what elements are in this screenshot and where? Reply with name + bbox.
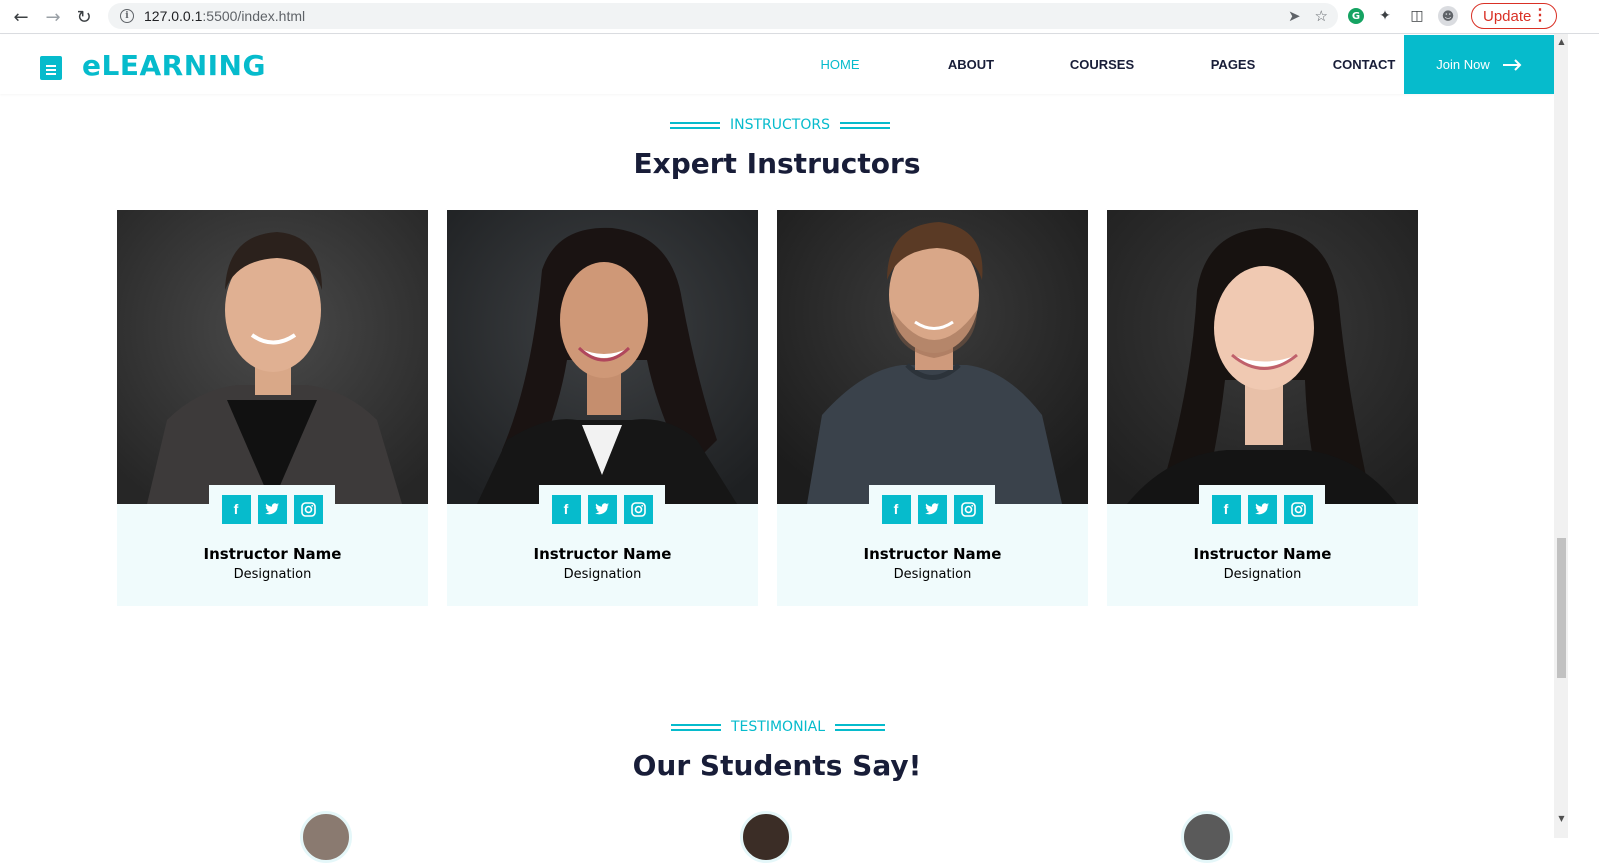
tag-line-left [671, 723, 721, 731]
brand-name: eLEARNING [82, 49, 266, 82]
page-scrollbar[interactable]: ▲ ▼ [1554, 34, 1568, 838]
scroll-up-arrow-icon[interactable]: ▲ [1557, 37, 1566, 46]
nav-home[interactable]: HOME [780, 57, 900, 72]
instructor-designation: Designation [563, 567, 642, 582]
testimonial-avatar [1181, 811, 1233, 863]
instructor-photo [1107, 210, 1418, 504]
bookmark-star-icon[interactable]: ☆ [1315, 7, 1328, 25]
site-info-icon[interactable]: i [120, 9, 134, 23]
instructors-section-tag: INSTRUCTORS [670, 117, 890, 133]
instructor-designation: Designation [1223, 567, 1302, 582]
testimonial-avatar [740, 811, 792, 863]
join-now-label: Join Now [1436, 57, 1490, 72]
url-host: 127.0.0.1 [144, 8, 203, 24]
social-links: f [209, 485, 335, 531]
testimonial-tag-label: TESTIMONIAL [731, 719, 826, 735]
testimonial-title: Our Students Say! [632, 749, 922, 782]
instructor-card: f Instructor Name Designation [1107, 210, 1418, 606]
tag-line-right [839, 121, 890, 129]
instructor-designation: Designation [893, 567, 972, 582]
instructor-name: Instructor Name [203, 545, 342, 563]
scroll-down-arrow-icon[interactable]: ▼ [1557, 814, 1566, 823]
url-path: :5500/index.html [202, 8, 306, 24]
arrow-right-icon [1502, 58, 1522, 71]
instructor-card: f Instructor Name Designation [777, 210, 1088, 606]
side-panel-icon[interactable]: ◫ [1406, 5, 1428, 27]
instagram-icon[interactable] [293, 494, 323, 524]
kebab-menu-icon[interactable]: ⋮ [1532, 5, 1548, 25]
instructors-tag-label: INSTRUCTORS [730, 117, 830, 133]
address-bar[interactable]: i 127.0.0.1:5500/index.html ➤ ☆ [108, 3, 1338, 29]
nav-pages[interactable]: PAGES [1168, 57, 1298, 72]
twitter-icon[interactable] [1247, 494, 1277, 524]
tag-line-right [835, 723, 886, 731]
main-menu: HOME ABOUT COURSES PAGES CONTACT [780, 35, 1424, 94]
instructor-card: f Instructor Name Designation [447, 210, 758, 606]
social-links: f [1199, 485, 1325, 531]
site-navbar: eLEARNING HOME ABOUT COURSES PAGES CONTA… [0, 35, 1554, 94]
forward-arrow-icon[interactable]: → [37, 1, 69, 33]
twitter-icon[interactable] [917, 494, 947, 524]
scrollbar-thumb[interactable] [1557, 538, 1566, 678]
update-label: Update [1483, 7, 1532, 25]
instructor-photo [117, 210, 428, 504]
back-arrow-icon[interactable]: ← [5, 1, 37, 33]
facebook-icon[interactable]: f [1211, 494, 1241, 524]
instagram-icon[interactable] [1283, 494, 1313, 524]
instructors-title: Expert Instructors [633, 147, 921, 180]
reload-icon[interactable]: ↻ [68, 1, 100, 33]
social-links: f [869, 485, 995, 531]
twitter-icon[interactable] [257, 494, 287, 524]
url-text: 127.0.0.1:5500/index.html [144, 8, 305, 24]
instagram-icon[interactable] [953, 494, 983, 524]
instructor-name: Instructor Name [1193, 545, 1332, 563]
extensions-puzzle-icon[interactable]: ✦ [1374, 5, 1396, 27]
send-icon[interactable]: ➤ [1288, 7, 1301, 25]
instructor-name: Instructor Name [533, 545, 672, 563]
instagram-icon[interactable] [623, 494, 653, 524]
twitter-icon[interactable] [587, 494, 617, 524]
profile-avatar-icon[interactable]: ☻ [1438, 6, 1458, 26]
instructor-designation: Designation [233, 567, 312, 582]
facebook-icon[interactable]: f [221, 494, 251, 524]
social-links: f [539, 485, 665, 531]
grammarly-icon[interactable]: G [1348, 8, 1364, 24]
brand-logo[interactable]: eLEARNING [38, 49, 266, 82]
update-button[interactable]: Update ⋮ [1471, 3, 1557, 29]
browser-toolbar: ← → ↻ i 127.0.0.1:5500/index.html ➤ ☆ G … [0, 0, 1599, 34]
instructor-name: Instructor Name [863, 545, 1002, 563]
tag-line-left [670, 121, 720, 129]
window-edge [1568, 34, 1599, 838]
instructor-photo [777, 210, 1088, 504]
book-icon [38, 54, 62, 80]
nav-about[interactable]: ABOUT [906, 57, 1036, 72]
facebook-icon[interactable]: f [881, 494, 911, 524]
nav-courses[interactable]: COURSES [1042, 57, 1162, 72]
testimonial-section-tag: TESTIMONIAL [671, 719, 886, 735]
facebook-icon[interactable]: f [551, 494, 581, 524]
join-now-button[interactable]: Join Now [1404, 35, 1554, 94]
testimonial-avatar [300, 811, 352, 863]
instructor-photo [447, 210, 758, 504]
instructor-card: f Instructor Name Designation [117, 210, 428, 606]
